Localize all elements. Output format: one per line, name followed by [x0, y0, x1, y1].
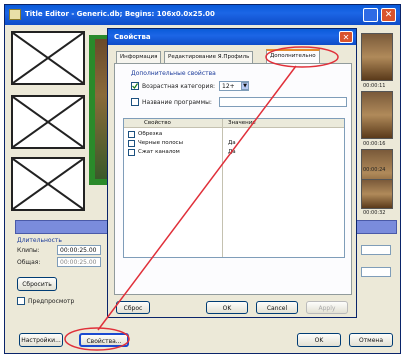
tab-info[interactable]: Информация — [116, 51, 162, 63]
grid-row-value[interactable]: Да — [228, 140, 236, 146]
grid-row-property: Обрезка — [138, 131, 163, 137]
main-cancel-button[interactable]: Отмена — [349, 333, 393, 347]
preview-checkbox-label: Предпросмотр — [28, 298, 75, 305]
dialog-cancel-button[interactable]: Cancel — [256, 301, 298, 314]
frame-time-label: 00:00:24 — [363, 167, 386, 173]
properties-dialog: Свойства ✕ Информация Редактирование Я.П… — [107, 28, 357, 318]
grid-row-property: Черные полосы — [138, 140, 183, 146]
right-dropdown[interactable] — [361, 245, 391, 255]
properties-grid[interactable]: Свойство Значение Обрезка Черные полосы … — [123, 118, 345, 258]
main-window-title: Title Editor - Generic.db; Begins: 106x0… — [25, 10, 215, 18]
program-checkbox[interactable] — [131, 98, 139, 106]
empty-thumbnail-1[interactable] — [11, 31, 85, 85]
grid-row-property: Сжат каналом — [138, 149, 180, 155]
empty-thumbnail-3[interactable] — [11, 157, 85, 211]
clip-label: Клипы: — [17, 247, 40, 254]
minimize-button[interactable] — [363, 8, 378, 22]
grid-row-checkbox[interactable] — [128, 131, 135, 138]
program-name-field[interactable] — [219, 97, 347, 107]
tab-editing[interactable]: Редактирование Я.Профиль — [164, 51, 254, 63]
settings-button[interactable]: Настройки... — [19, 333, 63, 347]
age-checkbox-label: Возрастная категория: — [142, 83, 216, 90]
frame-time-label: 00:00:16 — [363, 141, 386, 147]
empty-frame-icon — [13, 97, 83, 147]
empty-thumbnail-2[interactable] — [11, 95, 85, 149]
tab-advanced[interactable]: Дополнительно — [266, 49, 320, 64]
frame-time-label: 00:00:11 — [363, 83, 386, 89]
reset-dialog-button[interactable]: Сброс — [116, 301, 150, 314]
program-checkbox-label: Название программы: — [142, 99, 212, 106]
right-field[interactable] — [361, 267, 391, 277]
main-close-button[interactable]: ✕ — [381, 8, 396, 22]
dialog-close-button[interactable]: ✕ — [339, 31, 353, 43]
empty-frame-icon — [13, 33, 83, 83]
section-title: Дополнительные свойства — [131, 70, 216, 77]
checkmark-icon — [132, 83, 138, 89]
frame-thumbnail[interactable] — [361, 91, 393, 139]
column-divider — [222, 119, 223, 257]
dialog-title: Свойства — [114, 33, 151, 41]
grid-header: Свойство Значение — [124, 119, 344, 128]
age-checkbox[interactable] — [131, 82, 139, 90]
grid-col-property[interactable]: Свойство — [144, 120, 171, 126]
properties-button[interactable]: Свойства... — [79, 333, 129, 347]
frame-thumbnail[interactable] — [361, 179, 393, 209]
preview-checkbox[interactable] — [17, 297, 25, 305]
dialog-apply-button[interactable]: Apply — [306, 301, 348, 314]
tab-panel-advanced: Дополнительные свойства Возрастная катег… — [114, 63, 352, 295]
frame-time-label: 00:00:32 — [363, 210, 386, 216]
chevron-down-icon[interactable]: ▼ — [241, 82, 249, 90]
frame-thumbnail[interactable] — [361, 33, 393, 81]
grid-col-value[interactable]: Значение — [228, 120, 256, 126]
clip-duration-field[interactable]: 00:00:25.00 — [57, 245, 101, 255]
main-title-bar[interactable]: Title Editor - Generic.db; Begins: 106x0… — [5, 5, 400, 25]
grid-row-checkbox[interactable] — [128, 149, 135, 156]
total-label: Общая: — [17, 259, 41, 266]
dialog-title-bar[interactable]: Свойства ✕ — [108, 29, 356, 45]
app-icon — [9, 9, 21, 20]
duration-header: Длительность — [17, 237, 62, 244]
main-ok-button[interactable]: OK — [297, 333, 341, 347]
grid-row-checkbox[interactable] — [128, 140, 135, 147]
grid-row-value[interactable]: Да — [228, 149, 236, 155]
reset-button[interactable]: Сбросить — [17, 277, 57, 291]
empty-frame-icon — [13, 159, 83, 209]
total-duration-field[interactable]: 00:00:25.00 — [57, 257, 101, 267]
dialog-ok-button[interactable]: OK — [206, 301, 248, 314]
